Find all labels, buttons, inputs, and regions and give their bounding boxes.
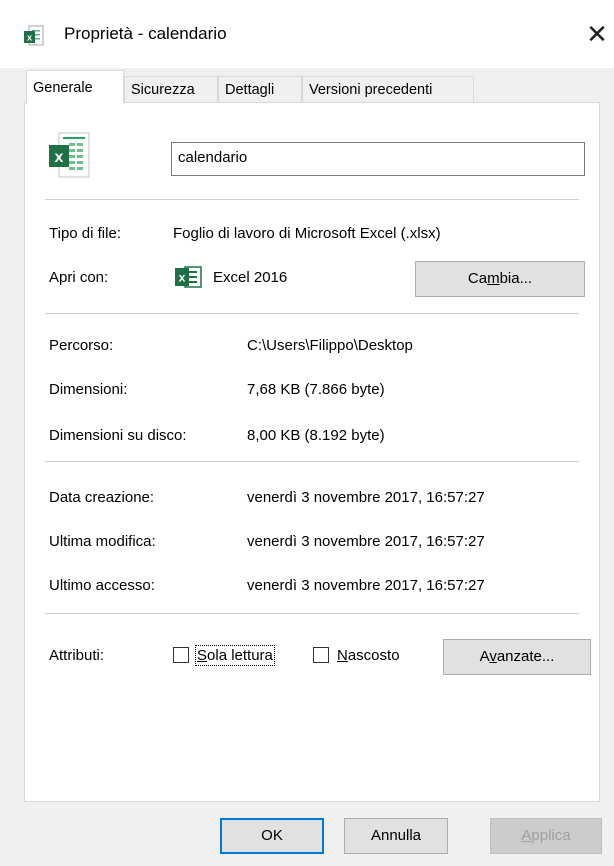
tab-generale[interactable]: Generale [26,70,124,104]
separator [45,313,579,314]
svg-text:x: x [179,271,186,285]
svg-text:x: x [27,33,32,43]
file-type-value: Foglio di lavoro di Microsoft Excel (.xl… [173,225,441,242]
separator [45,199,579,200]
open-with-label: Apri con: [49,269,109,286]
cancel-button[interactable]: Annulla [344,818,448,854]
excel-file-icon: x [49,132,90,178]
hidden-checkbox[interactable] [313,647,329,663]
close-button[interactable]: ✕ [580,16,614,52]
path-value: C:\Users\Filippo\Desktop [247,337,413,354]
disk-size-value: 8,00 KB (8.192 byte) [247,427,385,444]
accessed-label: Ultimo accesso: [49,577,155,594]
title-bar: x Proprietà - calendario ✕ [0,0,614,68]
separator [45,461,579,462]
advanced-button[interactable]: Avanzate... [443,639,591,675]
tab-dettagli[interactable]: Dettagli [218,76,302,102]
size-value: 7,68 KB (7.866 byte) [247,381,385,398]
svg-text:x: x [55,149,64,166]
properties-dialog: x Proprietà - calendario ✕ Generale Sicu… [0,0,614,866]
apply-button[interactable]: Applica [490,818,602,854]
tab-label: Dettagli [225,82,275,98]
excel-file-icon: x [24,25,44,46]
accessed-value: venerdì 3 novembre 2017, 16:57:27 [247,577,485,594]
path-label: Percorso: [49,337,114,354]
change-button[interactable]: Cambia... [415,261,585,297]
window-title: Proprietà - calendario [64,24,227,43]
created-value: venerdì 3 novembre 2017, 16:57:27 [247,489,485,506]
readonly-label[interactable]: Sola lettura [195,645,275,666]
tab-versioni-precedenti[interactable]: Versioni precedenti [302,76,474,102]
excel-app-icon: x [175,266,202,288]
modified-value: venerdì 3 novembre 2017, 16:57:27 [247,533,485,550]
file-type-label: Tipo di file: [49,225,121,242]
modified-label: Ultima modifica: [49,533,156,550]
tab-label: Generale [33,80,93,96]
readonly-checkbox[interactable] [173,647,189,663]
file-name-input[interactable]: calendario [171,142,585,176]
attributes-label: Attributi: [49,647,105,664]
close-icon: ✕ [586,19,608,49]
hidden-label[interactable]: Nascosto [337,647,400,664]
ok-button[interactable]: OK [220,818,324,854]
size-label: Dimensioni: [49,381,128,398]
separator [45,613,579,614]
created-label: Data creazione: [49,489,155,506]
disk-size-label: Dimensioni su disco: [49,427,187,444]
tab-label: Sicurezza [131,82,195,98]
tab-sicurezza[interactable]: Sicurezza [124,76,218,102]
general-tab-panel: x calendario Tipo di file: Foglio di lav… [24,102,600,802]
tab-label: Versioni precedenti [309,82,433,98]
open-with-value: Excel 2016 [213,269,288,286]
